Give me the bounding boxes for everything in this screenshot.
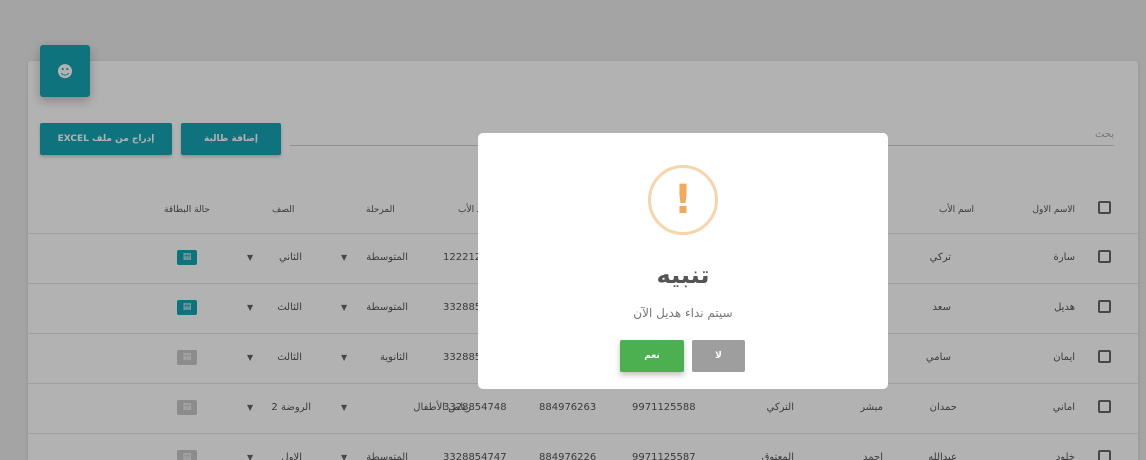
cancel-button[interactable]: لا xyxy=(692,340,745,372)
warning-icon: ! xyxy=(648,165,718,235)
confirm-button[interactable]: نعم xyxy=(620,340,684,372)
dialog-title: تنبيه xyxy=(656,261,710,289)
alert-dialog: ! تنبيه سيتم نداء هديل الآن نعم لا xyxy=(478,133,888,389)
dialog-message: سيتم نداء هديل الآن xyxy=(633,306,733,320)
